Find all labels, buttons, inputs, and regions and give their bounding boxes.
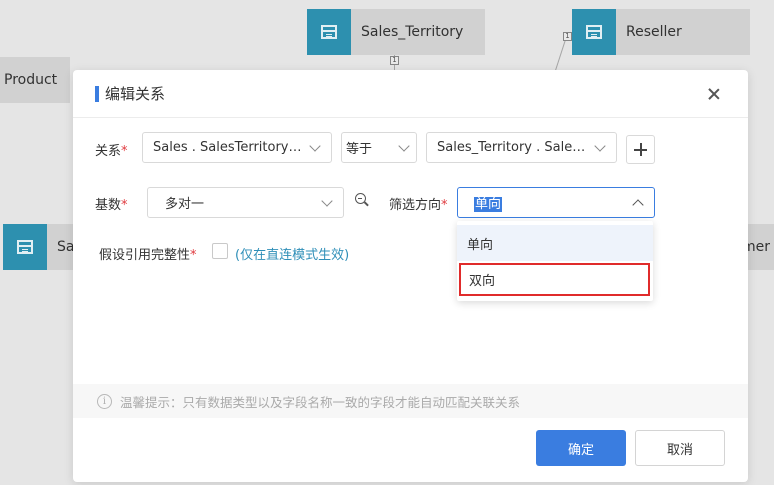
relation-operator-select[interactable]: 等于 [341, 132, 417, 163]
integrity-label: 假设引用完整性* [99, 244, 197, 263]
required-mark: * [441, 198, 448, 213]
filter-direction-dropdown: 单向 双向 [457, 221, 653, 301]
filter-direction-label: 筛选方向* [389, 194, 448, 213]
filter-direction-select[interactable]: 单向 [457, 187, 655, 218]
cancel-button[interactable]: 取消 [635, 430, 725, 466]
dialog-title: 编辑关系 [105, 85, 166, 103]
filter-direction-value: 单向 [474, 197, 503, 212]
zoom-out-icon[interactable] [355, 193, 369, 207]
chevron-down-icon [594, 139, 606, 152]
title-accent-bar [95, 85, 99, 102]
chevron-down-icon [398, 139, 410, 152]
cardinality-label-text: 基数 [95, 198, 122, 213]
relation-label: 关系* [95, 140, 128, 159]
relation-right-value: Sales_Territory . Sales... [437, 140, 590, 155]
close-icon[interactable] [706, 86, 722, 102]
required-mark: * [121, 144, 128, 159]
relation-right-field-select[interactable]: Sales_Territory . Sales... [426, 132, 617, 163]
cardinality-select[interactable]: 多对一 [147, 187, 344, 218]
cardinality-value: 多对一 [165, 197, 205, 212]
chevron-up-icon [632, 198, 644, 211]
relation-operator-value: 等于 [346, 142, 373, 157]
required-mark: * [121, 198, 128, 213]
filter-direction-label-text: 筛选方向 [389, 198, 442, 213]
info-icon: i [97, 393, 112, 409]
required-mark: * [190, 248, 197, 263]
dropdown-option-one-way[interactable]: 单向 [457, 225, 653, 261]
confirm-button[interactable]: 确定 [536, 430, 626, 466]
cardinality-label: 基数* [95, 194, 128, 213]
integrity-label-text: 假设引用完整性 [99, 248, 191, 263]
dropdown-option-two-way[interactable]: 双向 [459, 263, 650, 296]
relation-label-text: 关系 [95, 144, 122, 159]
integrity-checkbox[interactable] [212, 243, 228, 259]
chevron-down-icon [321, 194, 333, 207]
tip-bar: i 温馨提示：只有数据类型以及字段名称一致的字段才能自动匹配关联关系 [73, 384, 748, 418]
dialog-header: 编辑关系 [73, 70, 748, 118]
chevron-down-icon [309, 139, 321, 152]
relation-left-value: Sales . SalesTerritoryK... [153, 140, 305, 155]
add-relation-button[interactable] [626, 135, 655, 164]
tip-text: 温馨提示：只有数据类型以及字段名称一致的字段才能自动匹配关联关系 [120, 394, 521, 410]
direct-mode-note-link[interactable]: (仅在直连模式生效) [235, 244, 349, 263]
relation-left-field-select[interactable]: Sales . SalesTerritoryK... [142, 132, 332, 163]
